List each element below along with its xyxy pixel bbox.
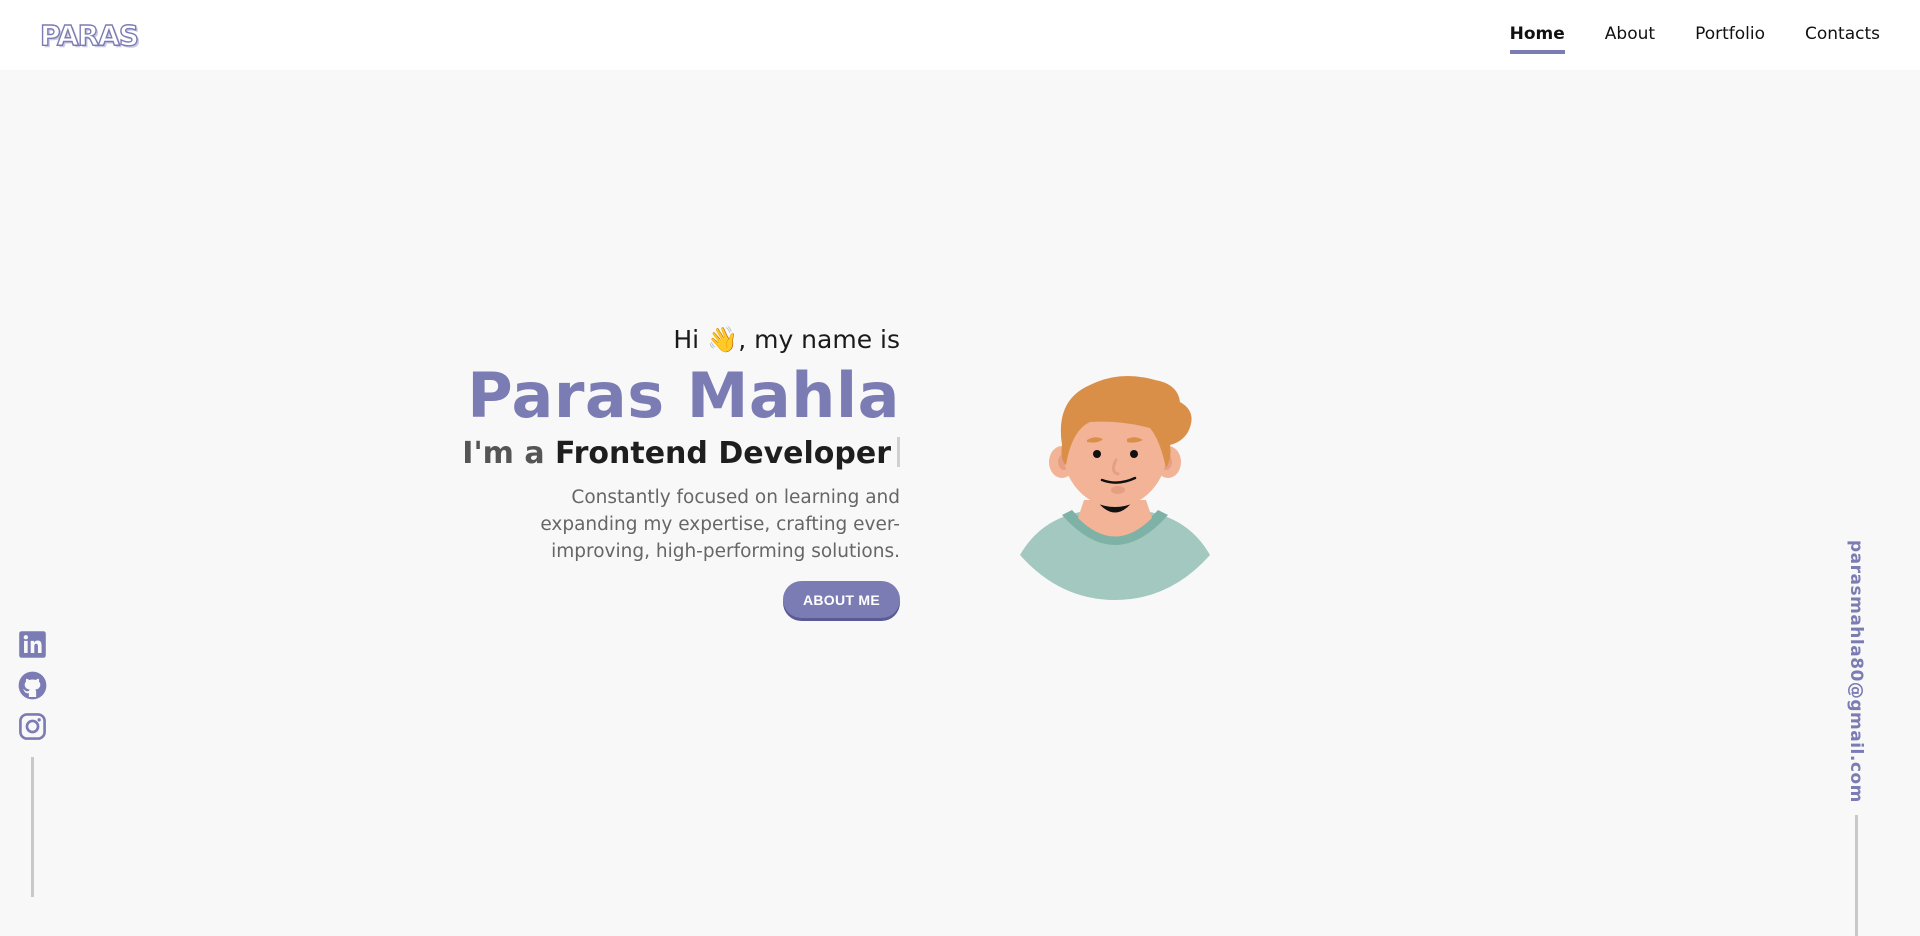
social-divider-line <box>31 757 34 897</box>
hero-name: Paras Mahla <box>467 359 900 432</box>
avatar-illustration <box>1020 376 1210 600</box>
social-links <box>18 630 47 897</box>
nav-item-home[interactable]: Home <box>1509 24 1565 54</box>
nav-item-contacts[interactable]: Contacts <box>1805 24 1880 54</box>
typing-cursor <box>897 437 900 467</box>
instagram-icon[interactable] <box>18 712 47 741</box>
logo[interactable]: PARAS <box>39 18 139 52</box>
email-divider-line <box>1854 814 1858 936</box>
role-value: Frontend Developer <box>555 436 891 471</box>
github-icon[interactable] <box>18 671 47 700</box>
email-sidebar: parasmahla80@gmail.com <box>1846 540 1866 936</box>
linkedin-icon[interactable] <box>18 630 47 659</box>
nav-item-about[interactable]: About <box>1605 24 1655 54</box>
hero-tagline: Constantly focused on learning and expan… <box>540 487 900 562</box>
role-line: I'm a Frontend Developer <box>340 434 900 474</box>
main-nav: Home About Portfolio Contacts <box>1509 20 1880 54</box>
email-link[interactable]: parasmahla80@gmail.com <box>1846 540 1866 803</box>
site-header: PARAS Home About Portfolio Contacts <box>0 0 1920 70</box>
about-me-button[interactable]: ABOUT ME <box>782 581 900 618</box>
hero-intro: Hi 👋, my name is Paras Mahla I'm a Front… <box>340 320 900 618</box>
role-prefix: I'm a <box>462 436 556 471</box>
page: PARAS Home About Portfolio Contacts Hi 👋… <box>0 0 1920 936</box>
nav-item-portfolio[interactable]: Portfolio <box>1695 24 1765 54</box>
greeting-text: Hi 👋, my name is <box>673 325 900 354</box>
